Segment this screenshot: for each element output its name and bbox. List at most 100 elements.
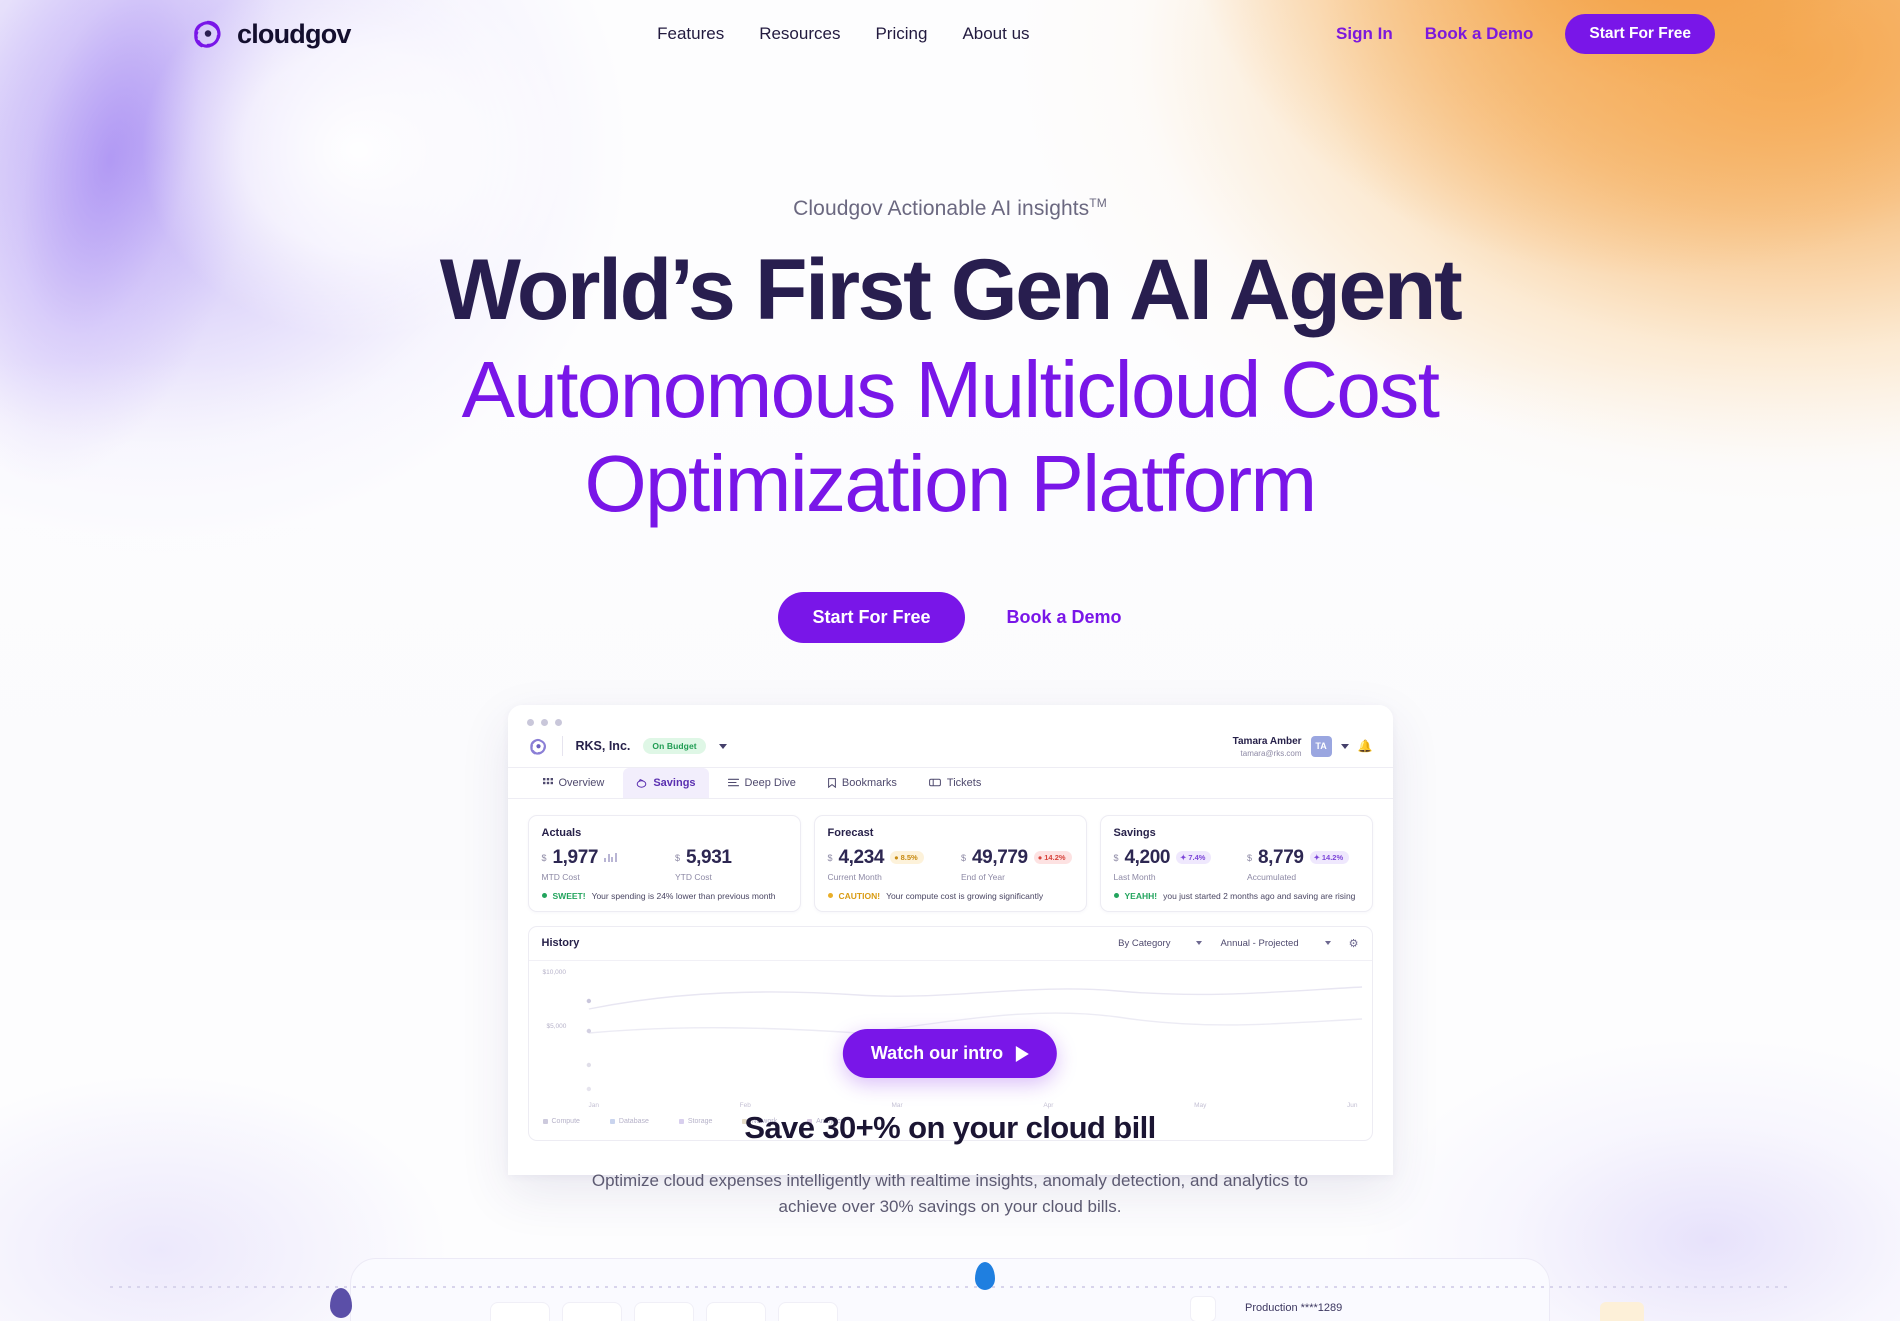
card-note: CAUTION! Your compute cost is growing si…: [827, 890, 1073, 901]
dashboard-user-menu[interactable]: Tamara Amber tamara@rks.com TA 🔔: [1233, 735, 1373, 758]
hero-eyebrow: Cloudgov Actionable AI insightsTM: [0, 196, 1900, 221]
user-name: Tamara Amber: [1232, 736, 1302, 748]
chevron-down-icon[interactable]: [718, 743, 727, 749]
window-dot-icon: [526, 719, 534, 727]
tab-tickets[interactable]: Tickets: [916, 768, 994, 798]
bookmark-icon: [827, 777, 836, 788]
dashboard-topbar: RKS, Inc. On Budget Tamara Amber tamara@…: [507, 726, 1393, 768]
map-pin-purple-icon: [330, 1288, 352, 1318]
filter-value: By Category: [1118, 937, 1171, 949]
peek-chip: [1600, 1302, 1644, 1321]
nav-link-resources[interactable]: Resources: [759, 24, 840, 44]
card-note: YEAHH! you just started 2 months ago and…: [1113, 890, 1359, 901]
map-pin-blue-icon: [975, 1262, 995, 1290]
metric-label: Accumulated: [1247, 871, 1297, 882]
peek-tile: [490, 1302, 550, 1321]
note-key: CAUTION!: [838, 890, 881, 901]
metric-label: YTD Cost: [675, 871, 712, 882]
play-icon: [1016, 1045, 1030, 1062]
note-text: you just started 2 months ago and saving…: [1163, 890, 1356, 901]
dashboard-tabs: Overview Savings Deep Dive Bookmarks Tic…: [507, 767, 1393, 799]
tab-overview[interactable]: Overview: [530, 768, 618, 798]
cloudgov-swirl-icon-small: [529, 738, 546, 755]
hero-subheadline: Autonomous Multicloud Cost Optimization …: [0, 343, 1900, 530]
x-tick: Jan: [588, 1101, 599, 1109]
filter-value: Annual - Projected: [1220, 937, 1299, 949]
nav-link-features[interactable]: Features: [657, 24, 724, 44]
currency-symbol: $: [541, 852, 547, 863]
metric-value: 4,200: [1124, 846, 1171, 868]
tab-savings[interactable]: Savings: [623, 767, 709, 798]
brand-logo[interactable]: cloudgov: [190, 16, 351, 52]
next-section-peek: Production ****1289: [0, 1250, 1900, 1321]
tab-bookmarks[interactable]: Bookmarks: [815, 768, 910, 798]
nav-link-pricing[interactable]: Pricing: [875, 24, 927, 44]
currency-symbol: $: [1247, 852, 1253, 863]
tab-label: Tickets: [946, 776, 982, 789]
x-axis-labels: Jan Feb Mar Apr May Jun: [589, 1102, 1358, 1109]
card-forecast: Forecast $ 4,234 ●8.5% Current Month $: [813, 814, 1087, 912]
cloudgov-swirl-icon: [194, 20, 221, 48]
dashboard-window: RKS, Inc. On Budget Tamara Amber tamara@…: [507, 705, 1393, 1176]
dashboard-mockup: RKS, Inc. On Budget Tamara Amber tamara@…: [507, 705, 1393, 1176]
y-axis-label: $5,000: [546, 1022, 567, 1030]
card-title: Actuals: [541, 826, 582, 839]
badge-value: 14.2%: [1321, 853, 1344, 863]
sparkline-icon: [604, 853, 617, 863]
bell-icon[interactable]: 🔔: [1358, 739, 1373, 753]
card-title: Forecast: [827, 826, 874, 839]
note-key: YEAHH!: [1124, 890, 1158, 901]
watch-intro-button[interactable]: Watch our intro: [842, 1029, 1058, 1078]
note-text: Your spending is 24% lower than previous…: [591, 890, 776, 901]
chevron-down-icon[interactable]: [1340, 743, 1349, 749]
history-title: History: [541, 937, 580, 950]
main-navigation: Features Resources Pricing About us: [657, 24, 1029, 44]
chevron-down-icon: [1196, 941, 1203, 946]
metric-label: End of Year: [961, 871, 1005, 882]
book-a-demo-link[interactable]: Book a Demo: [1425, 24, 1534, 44]
dashboard-org-name: RKS, Inc.: [575, 739, 631, 754]
note-text: Your compute cost is growing significant…: [886, 890, 1044, 901]
x-tick: May: [1194, 1101, 1207, 1109]
metric-cards-row: Actuals $ 1,977 MTD Cost $ 5,931 YTD Cos…: [508, 799, 1393, 920]
metric-badge: ✦ 7.4%: [1176, 851, 1212, 865]
gear-icon[interactable]: ⚙: [1349, 937, 1359, 950]
peek-tile: [634, 1302, 694, 1321]
status-dot-icon: [541, 893, 547, 899]
tab-label: Deep Dive: [744, 776, 796, 789]
avatar[interactable]: TA: [1310, 735, 1332, 757]
metric-mtd-cost: $ 1,977 MTD Cost: [542, 847, 654, 882]
metric-value: 1,977: [552, 846, 599, 868]
badge-value: 7.4%: [1188, 853, 1206, 863]
status-dot-icon: [1113, 893, 1119, 899]
tab-label: Bookmarks: [841, 776, 897, 789]
x-tick: Mar: [891, 1101, 903, 1109]
hero-eyebrow-text: Cloudgov Actionable AI insights: [793, 197, 1090, 220]
sign-in-link[interactable]: Sign In: [1336, 24, 1393, 44]
tab-label: Savings: [653, 776, 696, 789]
tab-deep-dive[interactable]: Deep Dive: [715, 768, 809, 798]
start-for-free-button-header[interactable]: Start For Free: [1565, 14, 1715, 54]
window-dot-icon: [554, 719, 562, 727]
metric-value: 5,931: [686, 846, 732, 868]
cloudgov-swirl-icon-peek: [925, 1300, 985, 1321]
metric-ytd-cost: $ 5,931 YTD Cost: [675, 847, 787, 882]
card-actuals: Actuals $ 1,977 MTD Cost $ 5,931 YTD Cos…: [527, 814, 801, 912]
nav-link-about-us[interactable]: About us: [962, 24, 1029, 44]
start-for-free-button-hero[interactable]: Start For Free: [778, 592, 965, 644]
note-key: SWEET!: [552, 890, 586, 901]
book-a-demo-link-hero[interactable]: Book a Demo: [1007, 607, 1122, 628]
metric-accumulated: $ 8,779 ✦ 14.2% Accumulated: [1247, 847, 1359, 882]
chevron-down-icon: [1324, 941, 1331, 946]
metric-label: MTD Cost: [541, 871, 580, 882]
hero-headline: World’s First Gen AI Agent: [439, 242, 1463, 338]
filter-period[interactable]: Annual - Projected: [1220, 937, 1331, 949]
window-traffic-lights: [508, 705, 1393, 727]
metric-badge: ● 14.2%: [1033, 851, 1072, 865]
filter-by-category[interactable]: By Category: [1118, 937, 1203, 949]
history-header: History By Category Annual - Projected ⚙: [528, 927, 1372, 961]
card-savings: Savings $ 4,200 ✦ 7.4% Last Month $ 8,77…: [1099, 814, 1373, 912]
dotted-connector: [110, 1286, 1790, 1288]
x-tick: Feb: [739, 1101, 751, 1109]
provider-icon: [1190, 1296, 1216, 1321]
